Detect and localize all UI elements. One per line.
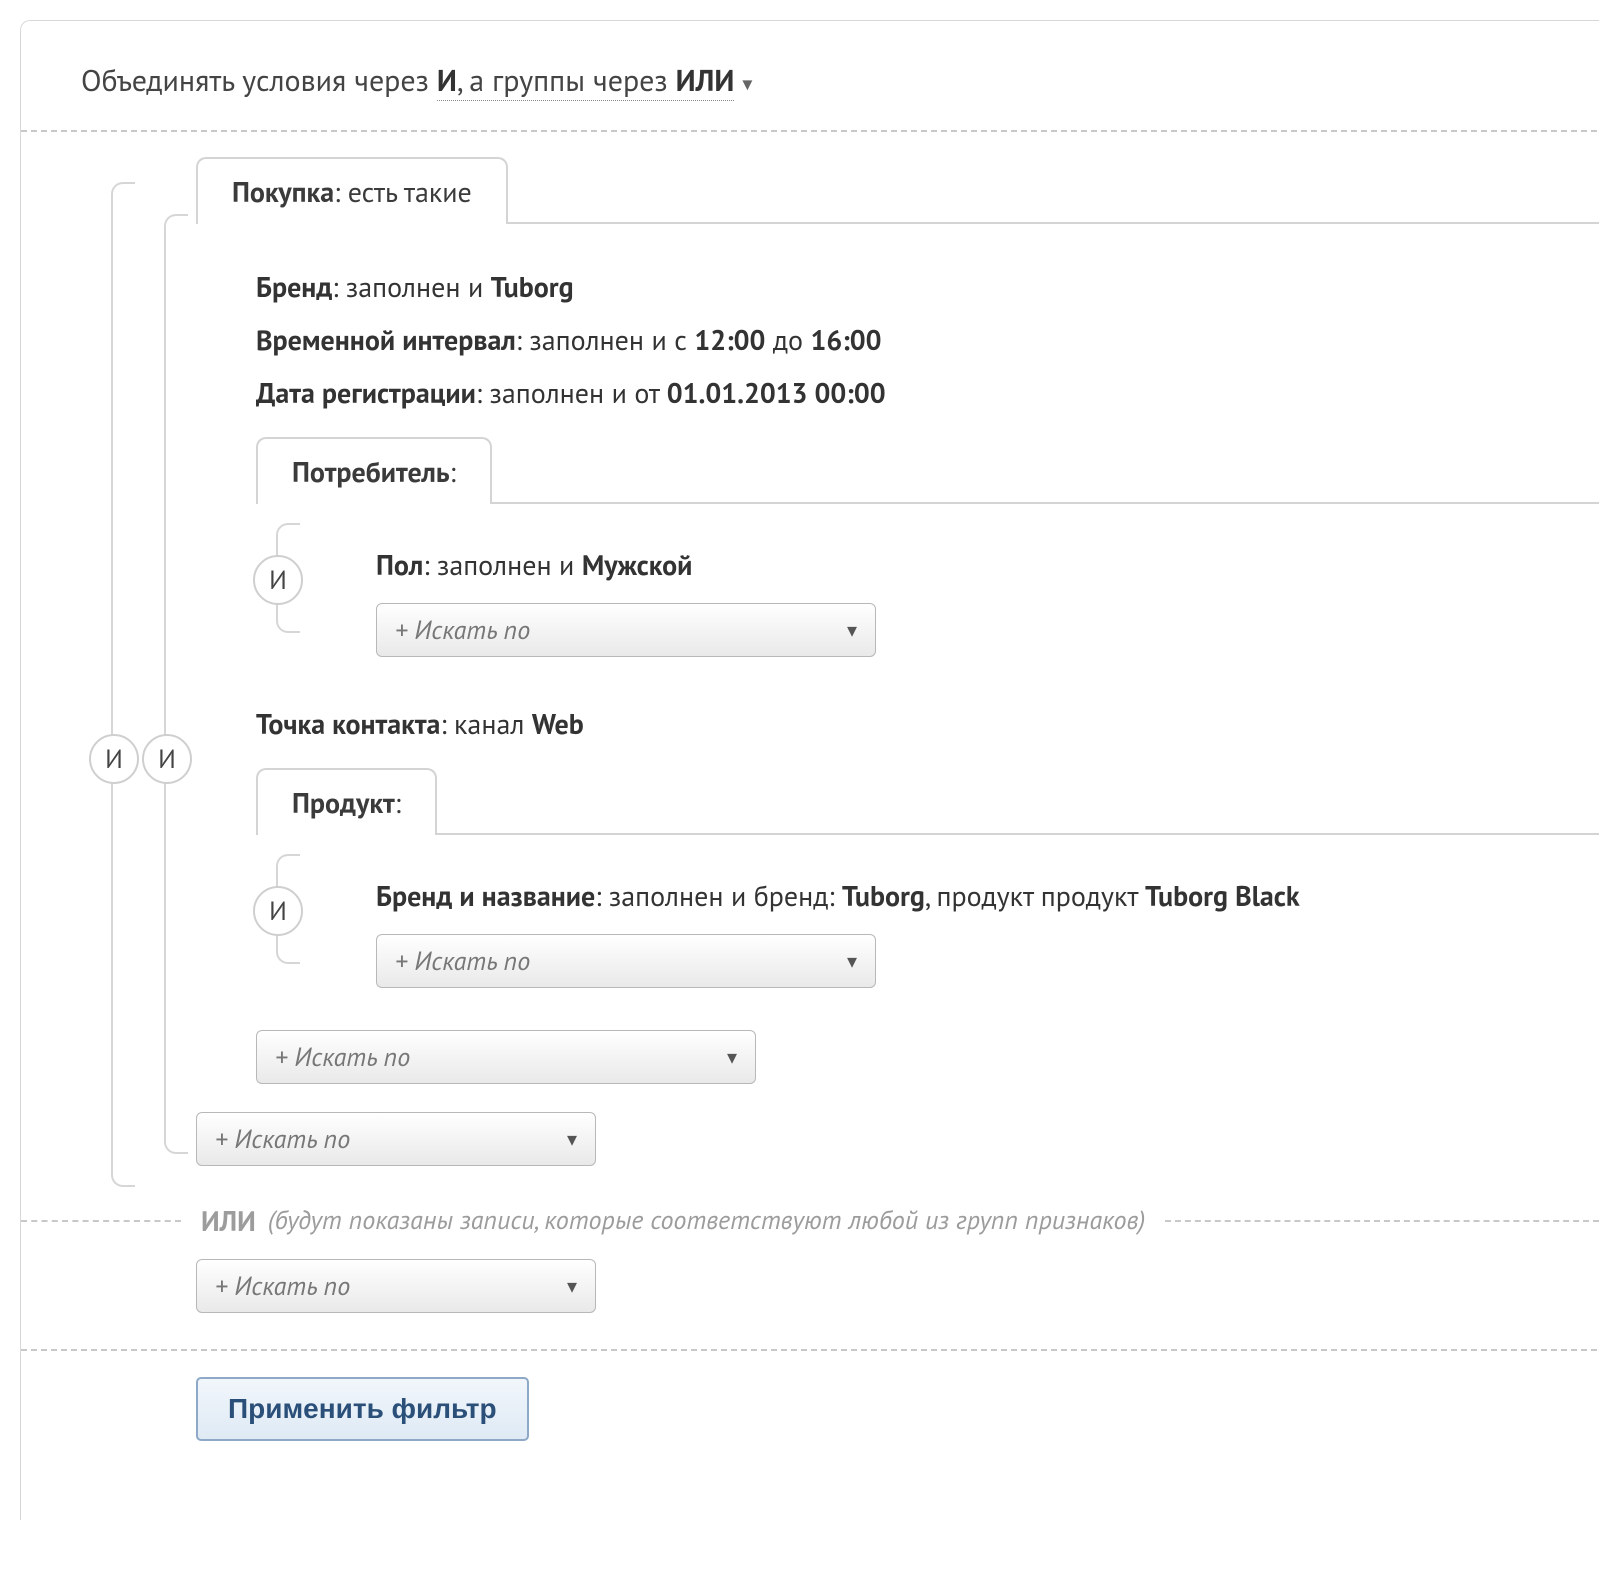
filter-combine-mode[interactable]: Объединять условия через И, а группы чер… [81,61,1599,100]
chevron-down-icon: ▾ [742,71,752,97]
chevron-down-icon: ▾ [727,1044,737,1070]
block-panel-purchase: Бренд: заполнен и Tuborg Временной интер… [196,222,1599,1084]
or-divider: ИЛИ (будут показаны записи, которые соот… [21,1202,1599,1239]
or-hint: (будут показаны записи, которые соответс… [268,1204,1146,1237]
group-bracket-outer [111,182,135,1187]
apply-filter-button[interactable]: Применить фильтр [196,1377,529,1441]
chevron-down-icon: ▾ [847,948,857,974]
block-title: Покупка [232,173,334,210]
block-tab-purchase[interactable]: Покупка: есть такие [196,157,508,224]
chevron-down-icon: ▾ [847,617,857,643]
block-title: Продукт [292,784,395,821]
block-panel-product: Бренд и название: заполнен и бренд: Tubo… [256,833,1599,1002]
add-condition-product[interactable]: + Искать по ▾ [376,934,876,988]
search-label: + Искать по [275,1041,410,1074]
rule-registration-date[interactable]: Дата регистрации: заполнен и от 01.01.20… [256,374,1599,411]
add-condition-consumer[interactable]: + Искать по ▾ [376,603,876,657]
or-label: ИЛИ [201,1202,256,1239]
group-operator-purchase[interactable]: И [142,734,192,784]
rule-gender[interactable]: Пол: заполнен и Мужской [376,546,1599,583]
search-label: + Искать по [215,1270,350,1303]
block-suffix: : [395,784,401,821]
add-condition-or-group[interactable]: + Искать по ▾ [196,1259,596,1313]
block-tab-consumer[interactable]: Потребитель: [256,437,492,504]
block-title: Потребитель [292,453,450,490]
text-static: Объединять условия через [81,61,437,100]
group-operator-outer[interactable]: И [89,734,139,784]
text-static: , а группы через [457,61,676,100]
block-suffix: : есть такие [334,173,472,210]
search-label: + Искать по [395,614,530,647]
rule-brand[interactable]: Бренд: заполнен и Tuborg [256,268,1599,305]
add-condition-purchase[interactable]: + Искать по ▾ [256,1030,756,1084]
mode-or: ИЛИ [676,61,735,100]
block-consumer: И Потребитель: Пол: заполнен и Мужской +… [256,437,1599,671]
block-suffix: : [450,453,456,490]
chevron-down-icon: ▾ [567,1273,577,1299]
rule-contact-point[interactable]: Точка контакта: канал Web [256,705,1599,742]
chevron-down-icon: ▾ [567,1126,577,1152]
rule-time-interval[interactable]: Временной интервал: заполнен и с 12:00 д… [256,321,1599,358]
block-product: И Продукт: Бренд и название: заполнен и … [256,768,1599,1002]
divider [1165,1220,1599,1222]
add-condition-group[interactable]: + Искать по ▾ [196,1112,596,1166]
group-bracket-purchase [164,214,188,1154]
mode-and: И [437,61,457,100]
search-label: + Искать по [215,1123,350,1156]
divider [21,1220,181,1222]
block-tab-product[interactable]: Продукт: [256,768,437,835]
block-panel-consumer: Пол: заполнен и Мужской + Искать по ▾ [256,502,1599,671]
search-label: + Искать по [395,945,530,978]
rule-brand-and-name[interactable]: Бренд и название: заполнен и бренд: Tubo… [376,877,1599,914]
